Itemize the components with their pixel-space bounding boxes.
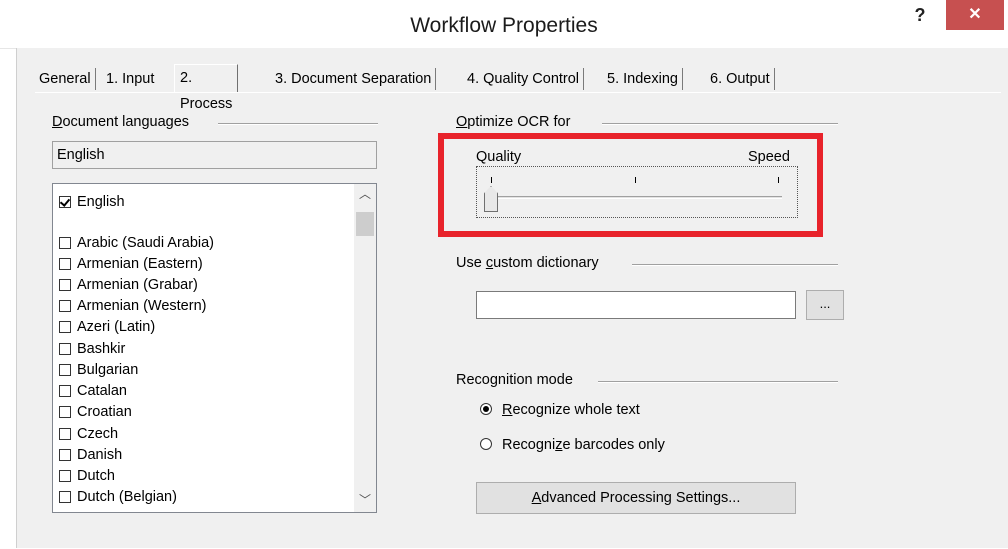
checkbox[interactable] (59, 449, 71, 461)
list-item[interactable]: Danish (59, 445, 122, 466)
custom-dictionary-heading: Use custom dictionary (456, 255, 599, 271)
chevron-down-icon[interactable]: ﹀ (354, 490, 376, 510)
checkbox-checked[interactable] (59, 196, 71, 208)
radio-recognize-whole-text[interactable]: Recognize whole text (480, 402, 640, 418)
selected-languages-field: English (52, 141, 377, 169)
group-divider (602, 123, 838, 125)
tab-general[interactable]: General (35, 68, 96, 90)
tab-indexing[interactable]: 5. Indexing (603, 68, 683, 90)
list-item[interactable]: Armenian (Grabar) (59, 275, 198, 296)
tab-input[interactable]: 1. Input (102, 68, 158, 90)
list-item[interactable]: Dutch (Belgian) (59, 487, 177, 508)
checkbox[interactable] (59, 237, 71, 249)
list-item[interactable]: Armenian (Eastern) (59, 254, 203, 275)
chevron-up-icon[interactable]: ︿ (354, 184, 376, 204)
list-item[interactable]: Bulgarian (59, 360, 138, 381)
optimize-ocr-heading: Optimize OCR for (456, 114, 571, 130)
group-divider (218, 123, 378, 125)
checkbox[interactable] (59, 364, 71, 376)
languages-listbox[interactable]: English Arabic (Saudi Arabia) Armenian (… (52, 183, 377, 513)
list-item[interactable]: English (59, 192, 125, 213)
checkbox[interactable] (59, 428, 71, 440)
slider-min-label: Quality (476, 149, 522, 165)
slider-tick (635, 177, 636, 183)
list-item[interactable]: Dutch (59, 466, 115, 487)
radio-button[interactable] (480, 438, 492, 450)
list-item[interactable]: Armenian (Western) (59, 296, 206, 317)
checkbox[interactable] (59, 491, 71, 503)
list-item[interactable]: Bashkir (59, 339, 125, 360)
tab-output[interactable]: 6. Output (706, 68, 775, 90)
slider-tick (778, 177, 779, 183)
checkbox[interactable] (59, 343, 71, 355)
checkbox[interactable] (59, 406, 71, 418)
list-item[interactable]: Azeri (Latin) (59, 317, 155, 338)
checkbox[interactable] (59, 300, 71, 312)
tab-quality-control[interactable]: 4. Quality Control (463, 68, 585, 90)
tab-process[interactable]: 2. Process (174, 64, 239, 112)
document-languages-heading: Document languages (52, 114, 190, 130)
browse-button[interactable]: ... (806, 290, 844, 320)
slider-max-label: Speed (748, 149, 790, 165)
radio-button-selected[interactable] (480, 403, 492, 415)
tab-document-separation[interactable]: 3. Document Separation (271, 68, 437, 90)
advanced-processing-settings-button[interactable]: Advanced Processing Settings... (476, 482, 796, 514)
custom-dictionary-input[interactable] (476, 291, 796, 319)
window-title: Workflow Properties (410, 14, 598, 37)
list-item[interactable]: Catalan (59, 381, 127, 402)
scrollbar-thumb[interactable] (356, 212, 374, 236)
slider-track[interactable] (490, 196, 782, 199)
recognition-mode-heading: Recognition mode (456, 372, 573, 388)
slider-tick (491, 177, 492, 183)
help-button[interactable]: ? (900, 2, 940, 28)
list-item[interactable]: Croatian (59, 402, 132, 423)
checkbox[interactable] (59, 470, 71, 482)
group-divider (598, 381, 838, 383)
checkbox[interactable] (59, 321, 71, 333)
title-bar: Workflow Properties ? ✕ (0, 0, 1008, 49)
ocr-slider-focus-frame (476, 166, 798, 218)
radio-recognize-barcodes-only[interactable]: Recognize barcodes only (480, 437, 665, 453)
close-button[interactable]: ✕ (946, 0, 1004, 30)
vertical-scrollbar[interactable]: ︿ ﹀ (354, 184, 376, 512)
list-item[interactable]: Czech (59, 424, 118, 445)
group-divider (632, 264, 838, 266)
checkbox[interactable] (59, 385, 71, 397)
checkbox[interactable] (59, 258, 71, 270)
checkbox[interactable] (59, 279, 71, 291)
list-item[interactable]: Arabic (Saudi Arabia) (59, 233, 214, 254)
